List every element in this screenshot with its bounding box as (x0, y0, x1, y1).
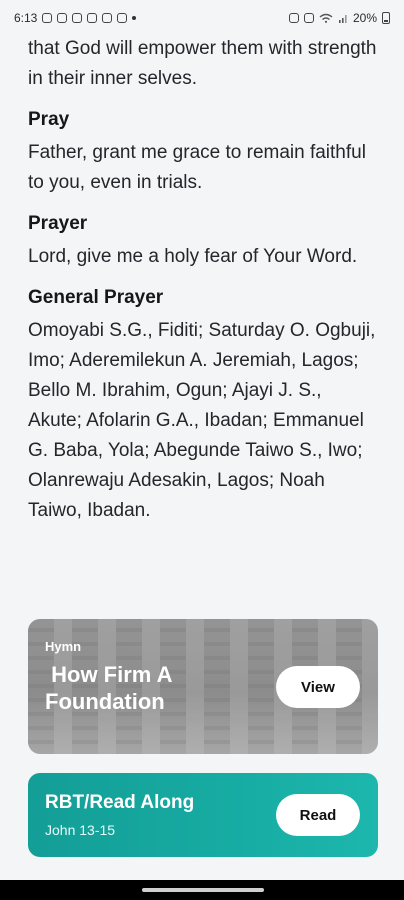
intro-text: that God will empower them with strength… (28, 38, 377, 89)
status-left: 6:13 (14, 11, 137, 25)
battery-icon (382, 12, 390, 24)
status-time: 6:13 (14, 11, 38, 25)
section-text-pray: Father, grant me grace to remain faithfu… (28, 142, 366, 193)
more-notifications-icon (132, 16, 137, 20)
read-along-title: RBT/Read Along (45, 792, 195, 813)
read-along-card[interactable]: RBT/Read Along John 13-15 Read (28, 773, 378, 857)
hymn-title: How Firm A Foundation (45, 662, 178, 714)
section-text-general-prayer: Omoyabi S.G., Fiditi; Saturday O. Ogbuji… (28, 320, 376, 521)
battery-percent: 20% (352, 11, 377, 25)
home-gesture-handle[interactable] (142, 888, 264, 892)
wifi-icon (319, 13, 333, 23)
hymn-tag: Hymn (45, 639, 82, 654)
section-heading-pray: Pray (28, 109, 70, 130)
notification-icon (87, 13, 98, 23)
alarm-clock-icon (303, 13, 314, 23)
section-heading-prayer: Prayer (28, 213, 88, 234)
notification-icon (72, 13, 83, 23)
signal-icon (338, 15, 347, 23)
section-text-prayer: Lord, give me a holy fear of Your Word. (28, 246, 358, 267)
status-right: 20% (288, 11, 390, 25)
notification-icon (102, 13, 113, 23)
read-button[interactable]: Read (276, 794, 360, 836)
alarm-icon (288, 13, 299, 23)
section-heading-general-prayer: General Prayer (28, 287, 164, 308)
notification-icon (42, 13, 53, 23)
view-hymn-button[interactable]: View (276, 666, 360, 708)
hymn-card[interactable]: Hymn How Firm A Foundation View (28, 619, 378, 754)
read-along-passage: John 13-15 (45, 822, 116, 838)
notification-icon (57, 13, 68, 23)
status-bar: 6:13 20% (0, 0, 404, 36)
devotional-content: that God will empower them with strength… (28, 34, 378, 526)
message-icon (117, 13, 128, 23)
